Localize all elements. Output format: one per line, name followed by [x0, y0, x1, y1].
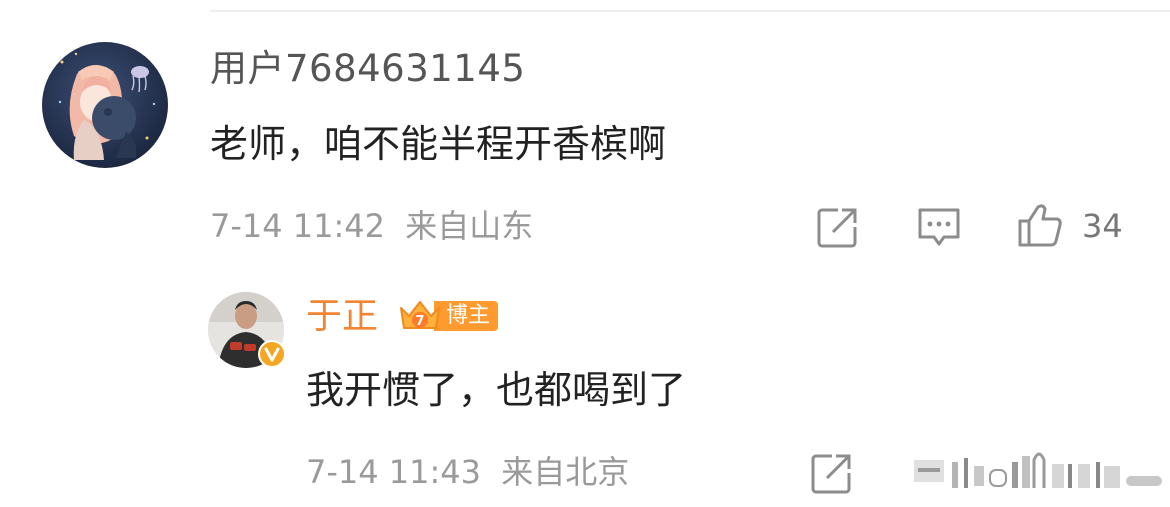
- crown-icon: 7: [400, 301, 440, 329]
- comment-text: 老师，咱不能半程开香槟啊: [210, 122, 667, 166]
- host-badge: 7 博主: [398, 296, 499, 336]
- badge-level: 7: [415, 314, 424, 329]
- like-count: 34: [1082, 207, 1123, 245]
- comment-location: 来自山东: [405, 207, 534, 245]
- reply-actions-obscured: [912, 448, 1170, 496]
- verified-v-icon: [258, 340, 286, 368]
- share-icon[interactable]: [816, 205, 860, 249]
- reply-username[interactable]: 于正: [306, 292, 378, 342]
- reply-text: 我开惯了，也都喝到了: [306, 368, 687, 412]
- comment-username[interactable]: 用户7684631145: [210, 44, 525, 94]
- top-divider: [210, 10, 1170, 12]
- comment-meta: 7-14 11:42 来自山东: [210, 204, 533, 248]
- comment-icon[interactable]: [916, 205, 962, 249]
- user-avatar[interactable]: [42, 42, 168, 168]
- reply-share-icon[interactable]: [810, 451, 854, 495]
- reply-meta: 7-14 11:43 来自北京: [306, 450, 629, 494]
- reply-location: 来自北京: [501, 453, 630, 491]
- comment-timestamp: 7-14 11:42: [210, 207, 386, 245]
- host-badge-label: 博主: [434, 301, 499, 331]
- reply-timestamp: 7-14 11:43: [306, 453, 482, 491]
- thumbs-up-icon[interactable]: [1016, 201, 1064, 249]
